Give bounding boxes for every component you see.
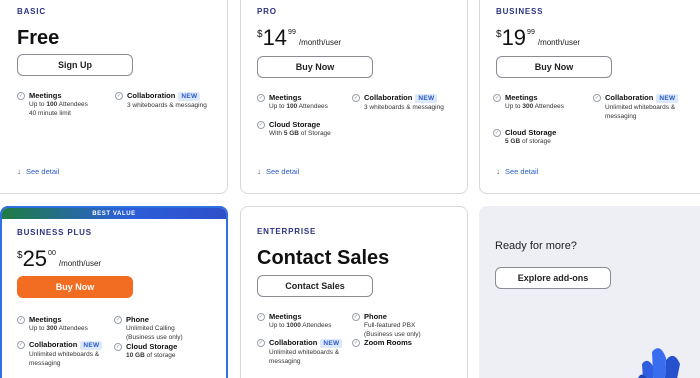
- new-badge: NEW: [656, 94, 679, 103]
- new-badge: NEW: [178, 92, 201, 101]
- new-badge: NEW: [415, 94, 438, 103]
- feature-collaboration: ✓ Collaboration NEW Unlimited whiteboards…: [593, 93, 679, 121]
- check-icon: ✓: [257, 94, 265, 102]
- feature-collaboration: ✓ Collaboration NEW Unlimited whiteboards…: [257, 338, 343, 366]
- feature-meetings: ✓ Meetings Up to 1000 Attendees: [257, 312, 332, 329]
- new-badge: NEW: [320, 339, 343, 348]
- new-badge: NEW: [80, 341, 103, 350]
- plan-card-business-plus: BEST VALUE BUSINESS PLUS $ 25 00 /month/…: [0, 206, 228, 378]
- explore-addons-button[interactable]: Explore add-ons: [495, 267, 611, 289]
- plan-card-business: BUSINESS $ 19 99 /month/user Buy Now ✓ M…: [479, 0, 700, 194]
- arrow-down-icon: ↓: [17, 167, 21, 176]
- check-icon: ✓: [17, 341, 25, 349]
- addons-panel: Ready for more? Explore add-ons: [479, 206, 700, 378]
- check-icon: ✓: [593, 94, 601, 102]
- plan-tier-label: ENTERPRISE: [257, 227, 317, 236]
- buy-now-button[interactable]: Buy Now: [257, 56, 373, 78]
- plan-price: $ 19 99 /month/user: [496, 25, 581, 50]
- addons-title: Ready for more?: [495, 240, 577, 252]
- plan-tier-label: BUSINESS PLUS: [17, 228, 92, 237]
- feature-phone: ✓ Phone Full-featured PBX (Business use …: [352, 312, 421, 338]
- plan-tier-label: BASIC: [17, 7, 46, 16]
- plan-price: $ 14 99 /month/user: [257, 25, 342, 50]
- feature-collaboration: ✓ Collaboration NEW Unlimited whiteboards…: [17, 340, 103, 368]
- check-icon: ✓: [257, 339, 265, 347]
- see-detail-link[interactable]: ↓ See detail: [17, 167, 59, 176]
- check-icon: ✓: [115, 92, 123, 100]
- arrow-down-icon: ↓: [257, 167, 261, 176]
- check-icon: ✓: [257, 121, 265, 129]
- plan-price-heading: Contact Sales: [257, 247, 390, 269]
- check-icon: ✓: [17, 92, 25, 100]
- check-icon: ✓: [352, 339, 360, 347]
- buy-now-button[interactable]: Buy Now: [496, 56, 612, 78]
- check-icon: ✓: [17, 316, 25, 324]
- plan-card-basic: BASIC Free Sign Up ✓ Meetings Up to 100 …: [0, 0, 228, 194]
- see-detail-link[interactable]: ↓ See detail: [496, 167, 538, 176]
- feature-phone: ✓ Phone Unlimited Calling (Business use …: [114, 315, 183, 341]
- sign-up-button[interactable]: Sign Up: [17, 54, 133, 76]
- check-icon: ✓: [352, 313, 360, 321]
- feature-meetings: ✓ Meetings Up to 300 Attendees: [493, 93, 564, 110]
- feature-meetings: ✓ Meetings Up to 100 Attendees 40 minute…: [17, 91, 88, 117]
- check-icon: ✓: [493, 94, 501, 102]
- plant-illustration-icon: [638, 348, 680, 378]
- feature-meetings: ✓ Meetings Up to 300 Attendees: [17, 315, 88, 332]
- plan-price: $ 25 00 /month/user: [17, 246, 102, 271]
- plan-card-pro: PRO $ 14 99 /month/user Buy Now ✓ Meetin…: [240, 0, 468, 194]
- buy-now-button[interactable]: Buy Now: [17, 276, 133, 298]
- plan-tier-label: PRO: [257, 7, 277, 16]
- check-icon: ✓: [493, 129, 501, 137]
- feature-meetings: ✓ Meetings Up to 100 Attendees: [257, 93, 328, 110]
- feature-cloud-storage: ✓ Cloud Storage 5 GB of storage: [493, 128, 557, 145]
- check-icon: ✓: [352, 94, 360, 102]
- check-icon: ✓: [114, 343, 122, 351]
- feature-collaboration: ✓ Collaboration NEW 3 whiteboards & messa…: [115, 91, 207, 109]
- feature-cloud-storage: ✓ Cloud Storage With 5 GB of Storage: [257, 120, 331, 137]
- plan-card-enterprise: ENTERPRISE Contact Sales Contact Sales ✓…: [240, 206, 468, 378]
- feature-cloud-storage: ✓ Cloud Storage 10 GB of storage: [114, 342, 178, 359]
- feature-collaboration: ✓ Collaboration NEW 3 whiteboards & messa…: [352, 93, 444, 111]
- best-value-ribbon: BEST VALUE: [2, 208, 226, 219]
- plan-price-heading: Free: [17, 27, 60, 49]
- feature-zoom-rooms: ✓ Zoom Rooms: [352, 338, 412, 347]
- check-icon: ✓: [114, 316, 122, 324]
- check-icon: ✓: [257, 313, 265, 321]
- plan-tier-label: BUSINESS: [496, 7, 544, 16]
- contact-sales-button[interactable]: Contact Sales: [257, 275, 373, 297]
- see-detail-link[interactable]: ↓ See detail: [257, 167, 299, 176]
- arrow-down-icon: ↓: [496, 167, 500, 176]
